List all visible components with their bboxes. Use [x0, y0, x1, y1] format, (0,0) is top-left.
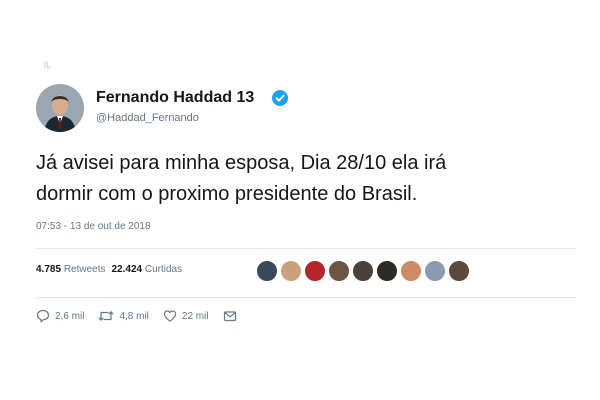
tweet-text: Já avisei para minha esposa, Dia 28/10 e…	[36, 152, 447, 205]
liker-avatar[interactable]	[400, 260, 422, 282]
retweet-icon	[99, 311, 114, 321]
corner-mark: lL	[44, 60, 52, 70]
author-avatar[interactable]	[36, 84, 84, 132]
likes-stat[interactable]: 22.424 Curtidas	[112, 264, 183, 275]
reply-button[interactable]: 2,6 mil	[36, 309, 84, 323]
tweet-card: lL Fernando Haddad 13 @Haddad_Fernando J…	[0, 0, 600, 400]
liker-avatar[interactable]	[328, 260, 350, 282]
liker-avatar[interactable]	[424, 260, 446, 282]
avatar-portrait	[36, 84, 84, 132]
reply-icon	[36, 309, 50, 323]
liker-avatar[interactable]	[376, 260, 398, 282]
divider	[36, 248, 576, 249]
liker-avatar[interactable]	[256, 260, 278, 282]
author-display-name[interactable]: Fernando Haddad 13	[96, 89, 254, 107]
retweet-action-count: 4,8 mil	[119, 310, 149, 322]
liker-avatars	[256, 260, 470, 282]
retweets-label: Retweets	[63, 264, 106, 275]
author-handle[interactable]: @Haddad_Fernando	[96, 112, 199, 124]
tweet-timestamp[interactable]: 07:53 - 13 de out de 2018	[36, 221, 151, 232]
tweet-actions: 2,6 mil 4,8 mil 22 mil	[36, 309, 256, 323]
retweet-button[interactable]: 4,8 mil	[98, 309, 149, 323]
verified-badge-icon	[272, 90, 288, 106]
liker-avatar[interactable]	[304, 260, 326, 282]
direct-message-button[interactable]	[223, 309, 242, 323]
like-action-count: 22 mil	[181, 310, 209, 322]
heart-icon	[163, 310, 177, 322]
retweets-count: 4.785	[36, 264, 62, 275]
divider	[36, 297, 576, 298]
liker-avatar[interactable]	[448, 260, 470, 282]
liker-avatar[interactable]	[280, 260, 302, 282]
envelope-icon	[223, 311, 236, 322]
liker-avatar[interactable]	[352, 260, 374, 282]
like-button[interactable]: 22 mil	[163, 309, 209, 323]
likes-count: 22.424	[111, 264, 143, 275]
retweets-stat[interactable]: 4.785 Retweets	[36, 264, 106, 275]
likes-label: Curtidas	[144, 264, 183, 275]
reply-count: 2,6 mil	[55, 310, 85, 322]
engagement-stats: 4.785 Retweets 22.424 Curtidas	[36, 264, 182, 275]
